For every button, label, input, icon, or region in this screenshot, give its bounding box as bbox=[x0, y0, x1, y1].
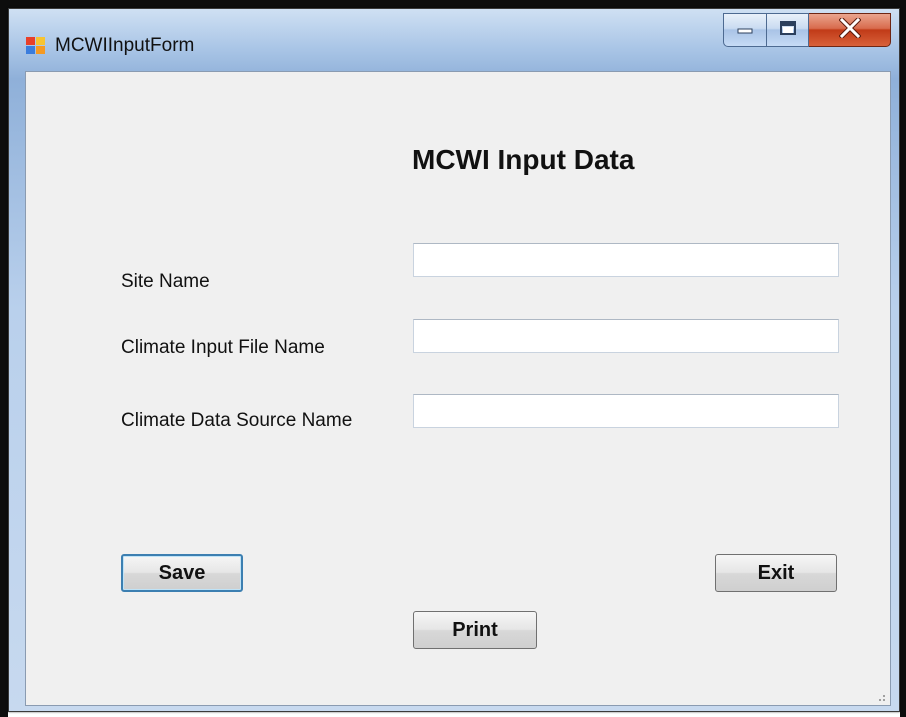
maximize-button[interactable] bbox=[767, 13, 809, 47]
screen-edge-top bbox=[0, 0, 906, 8]
climate-data-source-name-label: Climate Data Source Name bbox=[121, 410, 353, 431]
form-client-area: MCWI Input Data Site Name Climate Input … bbox=[25, 71, 891, 706]
climate-input-file-name-label: Climate Input File Name bbox=[121, 337, 325, 358]
caption-buttons bbox=[723, 13, 891, 49]
close-button[interactable] bbox=[809, 13, 891, 47]
windows-form-icon[interactable] bbox=[25, 35, 47, 55]
mcwi-input-form-window: MCWIInputForm MCWI Input Data Site Name … bbox=[8, 8, 900, 712]
climate-input-file-name-input[interactable] bbox=[413, 319, 839, 353]
resize-grip-icon[interactable] bbox=[874, 689, 886, 701]
screen-edge-left bbox=[0, 0, 8, 717]
form-heading: MCWI Input Data bbox=[412, 144, 635, 175]
exit-button[interactable]: Exit bbox=[715, 554, 837, 592]
print-button[interactable]: Print bbox=[413, 611, 537, 649]
window-title: MCWIInputForm bbox=[55, 35, 195, 56]
climate-data-source-name-input[interactable] bbox=[413, 394, 839, 428]
title-bar[interactable]: MCWIInputForm bbox=[9, 9, 899, 71]
minimize-button[interactable] bbox=[723, 13, 767, 47]
screen-edge-right bbox=[900, 0, 906, 717]
minimize-icon bbox=[736, 21, 754, 39]
maximize-icon bbox=[779, 20, 797, 41]
site-name-label: Site Name bbox=[121, 271, 210, 292]
save-button[interactable]: Save bbox=[121, 554, 243, 592]
close-icon bbox=[837, 15, 862, 43]
site-name-input[interactable] bbox=[413, 243, 839, 277]
